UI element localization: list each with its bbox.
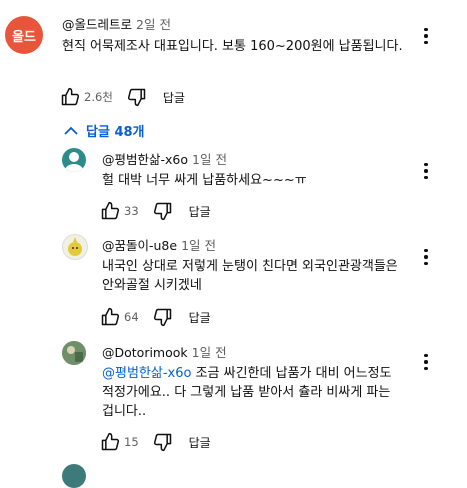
avatar[interactable] (62, 341, 86, 365)
reply-actions: 15 답글 (100, 431, 211, 453)
author-name[interactable]: @꿈돌이-u8e (102, 238, 177, 253)
thumb-down-icon[interactable] (153, 307, 173, 327)
reply-button[interactable]: 답글 (189, 309, 211, 326)
timestamp[interactable]: 1일 전 (181, 238, 216, 253)
thumb-down-icon[interactable] (127, 87, 147, 107)
thumb-down-icon[interactable] (153, 432, 173, 452)
photo-icon (62, 341, 86, 365)
replies-toggle-button[interactable]: 답글 48개 (64, 121, 145, 140)
more-actions-button[interactable] (417, 160, 435, 182)
person-icon (64, 152, 84, 172)
reply-header: @꿈돌이-u8e 1일 전 (102, 235, 216, 254)
thumb-up-icon[interactable] (100, 432, 120, 452)
avatar[interactable] (62, 234, 88, 260)
chevron-up-icon (64, 126, 78, 135)
reply-text: @평범한삶-x6o 조금 싸긴한데 납품가 대비 어느정도 적정가에요.. 다 … (102, 364, 402, 421)
reply-button[interactable]: 답글 (189, 434, 211, 451)
avatar[interactable] (62, 464, 86, 488)
reply-button[interactable]: 답글 (189, 203, 211, 220)
thumb-up-icon[interactable] (60, 87, 80, 107)
like-count: 64 (124, 310, 139, 324)
avatar[interactable]: 올드 (5, 16, 43, 54)
author-name[interactable]: @올드레트로 (62, 17, 132, 32)
author-name[interactable]: @평범한삶-x6o (102, 152, 188, 167)
comment-text: 현직 어묵제조사 대표입니다. 보통 160~200원에 납품됩니다. (62, 39, 403, 54)
comment-header: @올드레트로 2일 전 (62, 14, 171, 33)
thumb-up-icon[interactable] (100, 307, 120, 327)
reply-actions: 33 답글 (100, 200, 211, 222)
reply-header: @평범한삶-x6o 1일 전 (102, 149, 227, 168)
reply-header: @Dotorimook 1일 전 (102, 342, 227, 361)
reply-button[interactable]: 답글 (163, 89, 185, 106)
like-count: 2.6천 (84, 90, 113, 104)
avatar-initials: 올드 (12, 29, 36, 45)
thumb-down-icon[interactable] (153, 201, 173, 221)
replies-toggle-label: 답글 48개 (86, 125, 145, 140)
comment-actions: 2.6천 답글 (60, 86, 185, 108)
reply-text: 내국인 상대로 저렇게 눈탱이 친다면 외국인관광객들은 안와골절 시키겠네 (102, 259, 398, 293)
more-actions-button[interactable] (417, 246, 435, 268)
timestamp[interactable]: 1일 전 (192, 345, 227, 360)
more-actions-button[interactable] (417, 25, 435, 47)
author-name[interactable]: @Dotorimook (102, 345, 188, 360)
timestamp[interactable]: 1일 전 (192, 152, 227, 167)
mention-link[interactable]: @평범한삶-x6o (102, 366, 191, 381)
character-icon (68, 237, 82, 256)
like-count: 33 (124, 204, 139, 218)
like-count: 15 (124, 435, 139, 449)
thumb-up-icon[interactable] (100, 201, 120, 221)
reply-actions: 64 답글 (100, 306, 211, 328)
avatar[interactable] (62, 148, 86, 172)
reply-text: 헐 대박 너무 싸게 납품하세요~~~ㅠ (102, 173, 307, 188)
more-actions-button[interactable] (417, 351, 435, 373)
timestamp[interactable]: 2일 전 (136, 17, 171, 32)
